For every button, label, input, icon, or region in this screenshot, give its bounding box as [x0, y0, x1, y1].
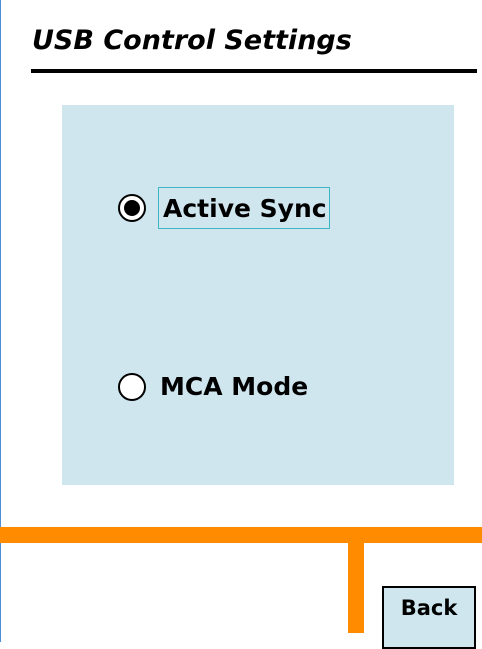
title-underline	[31, 69, 477, 73]
radio-option-active-sync[interactable]: Active Sync	[118, 187, 330, 229]
radio-label-active-sync[interactable]: Active Sync	[158, 187, 330, 229]
radio-dot	[124, 200, 140, 216]
radio-selected-icon[interactable]	[118, 194, 146, 222]
window-left-border	[0, 0, 1, 642]
radio-unselected-icon[interactable]	[118, 373, 146, 401]
radio-option-mca-mode[interactable]: MCA Mode	[118, 372, 308, 402]
radio-label-mca-mode[interactable]: MCA Mode	[160, 372, 308, 402]
page-title: USB Control Settings	[32, 25, 352, 56]
usb-mode-panel	[62, 105, 454, 485]
footer-divider-bar	[0, 527, 482, 543]
back-button[interactable]: Back	[382, 586, 476, 649]
footer-divider-post	[348, 527, 364, 633]
